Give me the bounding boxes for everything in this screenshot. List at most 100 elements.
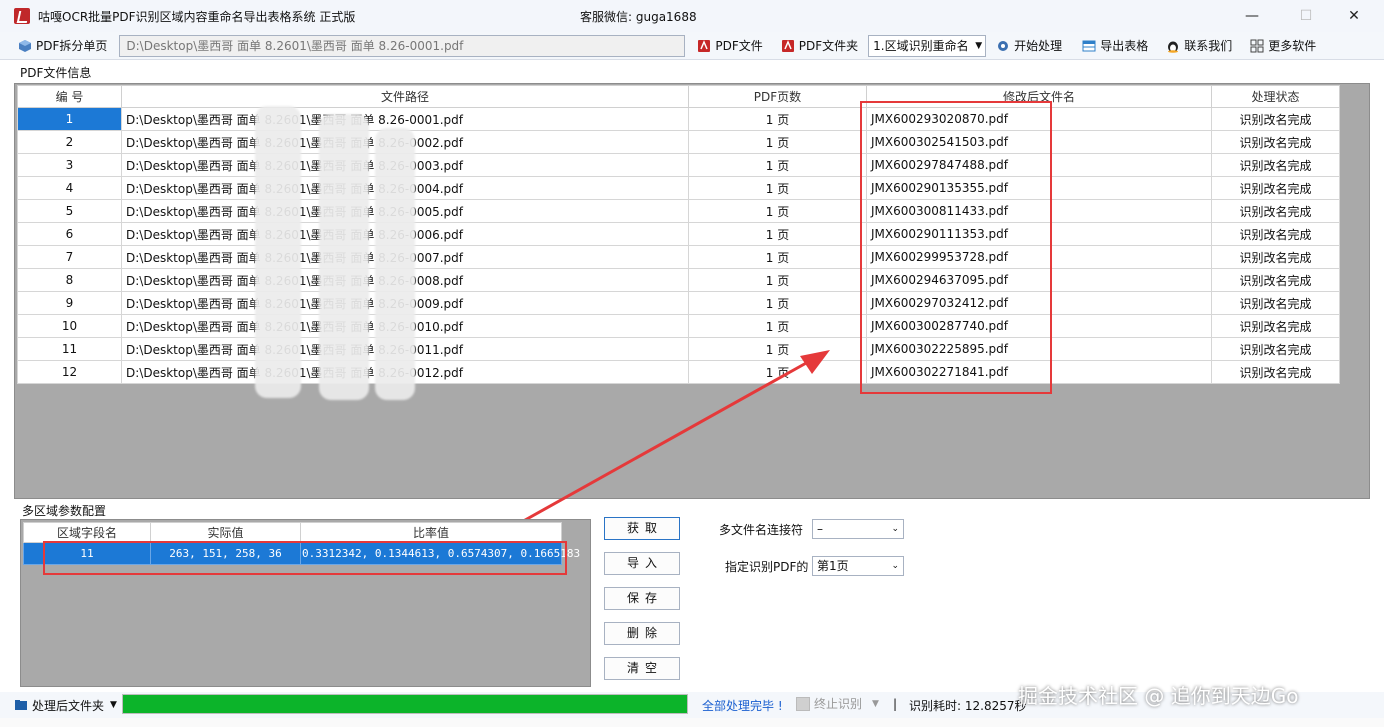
pdf-folder-icon xyxy=(781,39,795,53)
close-button[interactable]: ✕ xyxy=(1344,6,1364,26)
pdf-file-label: PDF文件 xyxy=(715,39,763,53)
column-header-path[interactable]: 文件路径 xyxy=(121,85,689,108)
row-number-cell[interactable]: 12 xyxy=(17,360,122,384)
page-count-cell[interactable]: 1 页 xyxy=(688,107,867,131)
column-header-ratio[interactable]: 比率值 xyxy=(300,522,562,543)
page-select[interactable]: 第1页 ⌄ xyxy=(812,556,904,576)
chevron-down-icon: ▼ xyxy=(872,698,879,709)
status-cell[interactable]: 识别改名完成 xyxy=(1211,176,1340,200)
toolbar: PDF拆分单页 D:\Desktop\墨西哥 面单 8.2601\墨西哥 面单 … xyxy=(0,32,1384,60)
row-number-cell[interactable]: 6 xyxy=(17,222,122,246)
table-row[interactable]: 12D:\Desktop\墨西哥 面单 8.2601\墨西哥 面单 8.26-0… xyxy=(17,360,1340,384)
page-count-cell[interactable]: 1 页 xyxy=(688,222,867,246)
page-count-cell[interactable]: 1 页 xyxy=(688,176,867,200)
chevron-down-icon: ⌄ xyxy=(891,524,899,534)
status-cell[interactable]: 识别改名完成 xyxy=(1211,107,1340,131)
pdf-folder-button[interactable]: PDF文件夹 xyxy=(775,34,864,58)
page-count-cell[interactable]: 1 页 xyxy=(688,268,867,292)
row-number-cell[interactable]: 9 xyxy=(17,291,122,315)
connector-select[interactable]: – ⌄ xyxy=(812,519,904,539)
stop-button[interactable]: 终止识别 ▼ xyxy=(796,695,879,712)
row-number-cell[interactable]: 2 xyxy=(17,130,122,154)
pdf-split-button[interactable]: PDF拆分单页 xyxy=(12,34,113,58)
row-number-cell[interactable]: 7 xyxy=(17,245,122,269)
file-path-cell[interactable]: D:\Desktop\墨西哥 面单 8.2601\墨西哥 面单 8.26-000… xyxy=(121,107,689,131)
row-number-cell[interactable]: 1 xyxy=(17,107,122,131)
status-cell[interactable]: 识别改名完成 xyxy=(1211,245,1340,269)
minimize-button[interactable]: — xyxy=(1242,6,1262,26)
stop-icon xyxy=(796,696,810,711)
page-count-cell[interactable]: 1 页 xyxy=(688,153,867,177)
table-row[interactable]: 7D:\Desktop\墨西哥 面单 8.2601\墨西哥 面单 8.26-00… xyxy=(17,245,1340,269)
folder-icon xyxy=(14,698,28,712)
page-count-cell[interactable]: 1 页 xyxy=(688,130,867,154)
page-count-cell[interactable]: 1 页 xyxy=(688,199,867,223)
table-row[interactable]: 5D:\Desktop\墨西哥 面单 8.2601\墨西哥 面单 8.26-00… xyxy=(17,199,1340,223)
mode-select-value: 1.区域识别重命名 xyxy=(873,38,969,53)
pdf-split-label: PDF拆分单页 xyxy=(36,39,108,53)
fetch-button[interactable]: 获取 xyxy=(604,517,680,540)
table-row[interactable]: 11D:\Desktop\墨西哥 面单 8.2601\墨西哥 面单 8.26-0… xyxy=(17,337,1340,361)
row-number-cell[interactable]: 4 xyxy=(17,176,122,200)
status-cell[interactable]: 识别改名完成 xyxy=(1211,291,1340,315)
column-header-actual[interactable]: 实际值 xyxy=(150,522,301,543)
column-header-status[interactable]: 处理状态 xyxy=(1211,85,1340,108)
table-row[interactable]: 3D:\Desktop\墨西哥 面单 8.2601\墨西哥 面单 8.26-00… xyxy=(17,153,1340,177)
progress-fill xyxy=(123,695,687,713)
status-cell[interactable]: 识别改名完成 xyxy=(1211,222,1340,246)
pdf-info-panel: 编 号 文件路径 PDF页数 修改后文件名 处理状态 1 D:\Desktop\墨… xyxy=(14,83,1370,499)
save-button[interactable]: 保存 xyxy=(604,587,680,610)
row-number-cell[interactable]: 5 xyxy=(17,199,122,223)
status-cell[interactable]: 识别改名完成 xyxy=(1211,268,1340,292)
status-cell[interactable]: 识别改名完成 xyxy=(1211,314,1340,338)
page-count-cell[interactable]: 1 页 xyxy=(688,337,867,361)
table-header-row: 区域字段名 实际值 比率值 xyxy=(23,522,562,543)
clear-button[interactable]: 清空 xyxy=(604,657,680,680)
column-header-field[interactable]: 区域字段名 xyxy=(23,522,151,543)
blur-mask xyxy=(375,128,415,400)
maximize-button[interactable]: ☐ xyxy=(1296,6,1316,26)
elapsed-time: 识别耗时: 12.8257秒 xyxy=(909,699,1027,713)
column-header-pages[interactable]: PDF页数 xyxy=(688,85,867,108)
page-count-cell[interactable]: 1 页 xyxy=(688,245,867,269)
table-row[interactable]: 9D:\Desktop\墨西哥 面单 8.2601\墨西哥 面单 8.26-00… xyxy=(17,291,1340,315)
table-row[interactable]: 10D:\Desktop\墨西哥 面单 8.2601\墨西哥 面单 8.26-0… xyxy=(17,314,1340,338)
status-cell[interactable]: 识别改名完成 xyxy=(1211,199,1340,223)
pdf-info-group-label: PDF文件信息 xyxy=(18,64,94,81)
pdf-folder-label: PDF文件夹 xyxy=(798,39,859,53)
start-button[interactable]: 开始处理 xyxy=(990,34,1068,58)
region-group-label: 多区域参数配置 xyxy=(20,502,109,519)
row-number-cell[interactable]: 11 xyxy=(17,337,122,361)
row-number-cell[interactable]: 8 xyxy=(17,268,122,292)
page-count-cell[interactable]: 1 页 xyxy=(688,360,867,384)
status-cell[interactable]: 识别改名完成 xyxy=(1211,153,1340,177)
pdf-path-field[interactable]: D:\Desktop\墨西哥 面单 8.2601\墨西哥 面单 8.26-000… xyxy=(119,34,686,57)
table-row[interactable]: 2D:\Desktop\墨西哥 面单 8.2601\墨西哥 面单 8.26-00… xyxy=(17,130,1340,154)
row-number-cell[interactable]: 10 xyxy=(17,314,122,338)
page-count-cell[interactable]: 1 页 xyxy=(688,314,867,338)
more-software-button[interactable]: 更多软件 xyxy=(1244,34,1322,58)
row-number-cell[interactable]: 3 xyxy=(17,153,122,177)
import-button[interactable]: 导入 xyxy=(604,552,680,575)
page-count-cell[interactable]: 1 页 xyxy=(688,291,867,315)
delete-button[interactable]: 删除 xyxy=(604,622,680,645)
status-separator: | xyxy=(893,697,898,711)
taskbar-strip xyxy=(0,718,1384,727)
done-status: 全部处理完毕 ! xyxy=(702,699,783,713)
mode-select[interactable]: 1.区域识别重命名 ▼ xyxy=(868,34,987,57)
output-folder-label: 处理后文件夹 xyxy=(32,698,105,713)
column-header-no[interactable]: 编 号 xyxy=(17,85,122,108)
status-cell[interactable]: 识别改名完成 xyxy=(1211,360,1340,384)
contact-button[interactable]: 联系我们 xyxy=(1160,34,1238,58)
status-cell[interactable]: 识别改名完成 xyxy=(1211,130,1340,154)
table-row[interactable]: 1D:\Desktop\墨西哥 面单 8.2601\墨西哥 面单 8.26-00… xyxy=(17,107,1340,131)
pdf-file-button[interactable]: PDF文件 xyxy=(691,34,768,58)
table-row[interactable]: 4D:\Desktop\墨西哥 面单 8.2601\墨西哥 面单 8.26-00… xyxy=(17,176,1340,200)
table-row[interactable]: 6D:\Desktop\墨西哥 面单 8.2601\墨西哥 面单 8.26-00… xyxy=(17,222,1340,246)
blur-mask xyxy=(319,114,369,400)
export-button[interactable]: 导出表格 xyxy=(1076,34,1154,58)
table-row[interactable]: 8D:\Desktop\墨西哥 面单 8.2601\墨西哥 面单 8.26-00… xyxy=(17,268,1340,292)
output-folder-button[interactable]: 处理后文件夹 ▼ xyxy=(8,693,123,717)
status-cell[interactable]: 识别改名完成 xyxy=(1211,337,1340,361)
page-select-value: 第1页 xyxy=(817,559,849,573)
